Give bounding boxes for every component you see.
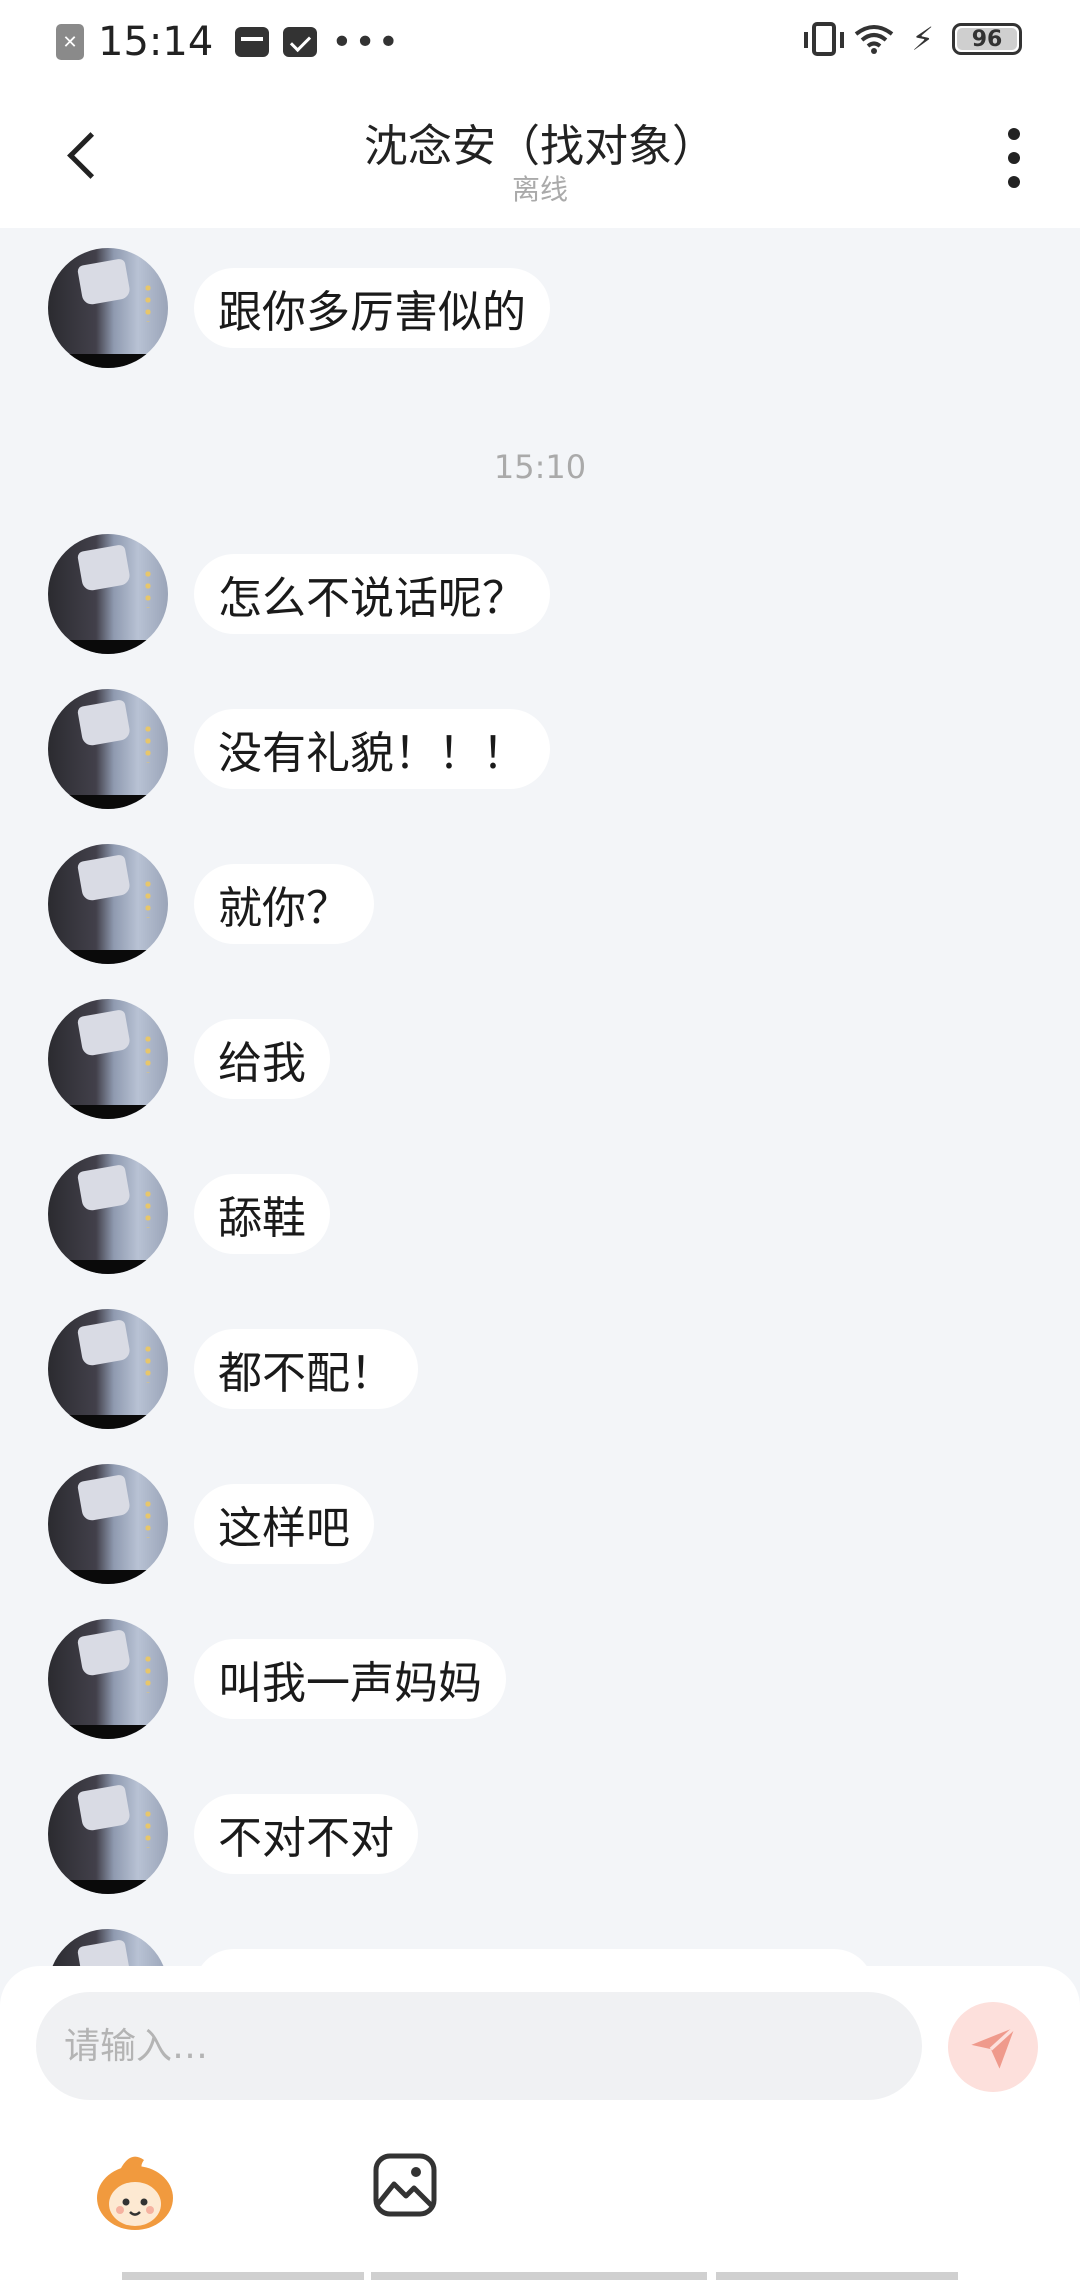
avatar[interactable] [48, 999, 168, 1119]
avatar[interactable] [48, 844, 168, 964]
battery-level: 96 [971, 26, 1003, 52]
message-row: 舔鞋 [48, 1154, 330, 1274]
input-panel [0, 1966, 1080, 2280]
more-options-button[interactable] [1004, 128, 1024, 188]
message-input[interactable] [36, 1992, 922, 2100]
mail-icon [283, 27, 318, 57]
wifi-icon [854, 25, 893, 54]
message-bubble[interactable]: 都不配！ [194, 1329, 418, 1409]
message-row: 叫我一声妈妈 [48, 1619, 506, 1739]
message-row: 怎么不说话呢？ [48, 534, 550, 654]
send-button[interactable] [948, 2002, 1038, 2092]
message-bubble[interactable]: 给我 [194, 1019, 330, 1099]
message-bubble[interactable]: 怎么不说话呢？ [194, 554, 550, 634]
avatar[interactable] [48, 1154, 168, 1274]
send-icon [971, 2026, 1016, 2069]
status-time: 15:14 [98, 19, 214, 65]
image-picker-icon[interactable] [372, 2152, 438, 2218]
bottom-indicator [0, 2272, 1080, 2280]
message-bubble[interactable]: 舔鞋 [194, 1174, 330, 1254]
status-bar: 15:14 ••• ⚡ 96 [0, 0, 1080, 84]
message-row: 就你？ [48, 844, 374, 964]
message-bubble[interactable]: 就你？ [194, 864, 374, 944]
avatar[interactable] [48, 1774, 168, 1894]
charging-icon: ⚡ [911, 20, 934, 58]
wallet-icon [235, 27, 270, 57]
message-row: 这样吧 [48, 1464, 374, 1584]
avatar[interactable] [48, 248, 168, 368]
time-separator: 15:10 [493, 448, 587, 486]
message-bubble[interactable]: 叫我一声妈妈 [194, 1639, 506, 1719]
avatar[interactable] [48, 1464, 168, 1584]
message-bubble[interactable]: 不对不对 [194, 1794, 418, 1874]
message-row: 没有礼貌！！！ [48, 689, 550, 809]
avatar[interactable] [48, 689, 168, 809]
page-title: 沈念安（找对象） [364, 121, 716, 172]
message-bubble[interactable]: 跟你多厉害似的 [194, 268, 550, 348]
online-status: 离线 [511, 173, 568, 206]
avatar[interactable] [48, 534, 168, 654]
message-bubble[interactable]: 没有礼貌！！！ [194, 709, 550, 789]
emoji-mascot-icon[interactable] [90, 2146, 180, 2236]
message-row: 给我 [48, 999, 330, 1119]
chat-header: 沈念安（找对象） 离线 [0, 84, 1080, 228]
vibrate-icon [803, 22, 844, 56]
avatar[interactable] [48, 1619, 168, 1739]
message-bubble[interactable]: 这样吧 [194, 1484, 374, 1564]
message-row: 跟你多厉害似的 [48, 248, 550, 368]
more-notifications-icon: ••• [331, 21, 401, 63]
avatar[interactable] [48, 1309, 168, 1429]
message-row: 不对不对 [48, 1774, 418, 1894]
message-row: 都不配！ [48, 1309, 418, 1429]
battery-icon: 96 [952, 23, 1022, 55]
notification-close-icon [56, 24, 84, 60]
